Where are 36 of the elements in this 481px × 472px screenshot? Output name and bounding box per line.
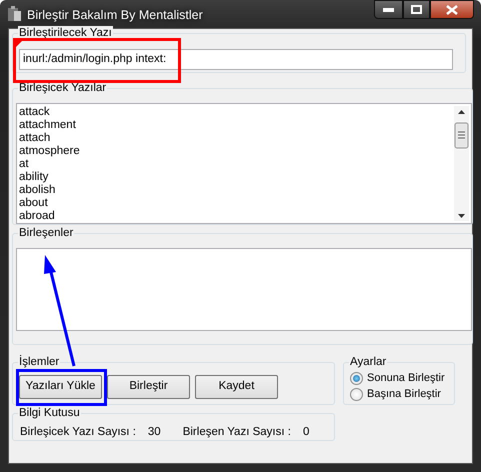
radio-button[interactable] bbox=[350, 372, 363, 384]
stat-label: Birleşen Yazı Sayısı : bbox=[182, 425, 291, 439]
list-item[interactable]: abroad bbox=[19, 210, 454, 223]
word-list[interactable]: attack attachment attach atmosphere at ability abolish about abroad bbox=[16, 103, 472, 224]
stat-value: 30 bbox=[148, 425, 161, 439]
list-item[interactable]: about bbox=[19, 197, 454, 210]
list-item[interactable]: attack bbox=[19, 106, 454, 119]
list-item[interactable]: abolish bbox=[19, 184, 454, 197]
radio-label[interactable]: Sonuna Birleştir bbox=[367, 371, 445, 385]
action-button[interactable]: Yazıları Yükle bbox=[19, 375, 102, 399]
stat-value: 0 bbox=[302, 425, 310, 439]
maximize-button[interactable] bbox=[403, 0, 430, 19]
text-field[interactable]: inurl:/admin/login.php intext: bbox=[19, 49, 453, 70]
maximize-icon bbox=[411, 5, 422, 14]
scrollbar[interactable] bbox=[454, 106, 469, 221]
action-button[interactable]: Kaydet bbox=[195, 375, 278, 399]
action-button[interactable]: Birleştir bbox=[107, 375, 190, 399]
close-icon bbox=[446, 4, 458, 14]
radio-button[interactable] bbox=[350, 388, 363, 400]
close-button[interactable] bbox=[430, 0, 474, 19]
group-label: İşlemler bbox=[18, 355, 60, 369]
group-label: Birleşenler bbox=[18, 226, 74, 240]
annotation-marker bbox=[15, 38, 25, 48]
clipboard-icon bbox=[8, 6, 21, 21]
list-item[interactable]: attach bbox=[19, 132, 454, 145]
list-item[interactable]: at bbox=[19, 158, 454, 171]
group-label: Ayarlar bbox=[349, 355, 388, 369]
minimize-button[interactable] bbox=[374, 0, 403, 19]
stat-label: Birleşicek Yazı Sayısı : bbox=[20, 425, 136, 439]
minimize-icon bbox=[383, 8, 394, 12]
window-title: Birleştir Bakalım By Mentalistler bbox=[27, 7, 203, 24]
radio-label[interactable]: Başına Birleştir bbox=[367, 387, 441, 401]
group-label: Bilgi Kutusu bbox=[18, 406, 81, 420]
list-item[interactable]: atmosphere bbox=[19, 145, 454, 158]
list-item[interactable]: attachment bbox=[19, 119, 454, 132]
list-item[interactable]: ability bbox=[19, 171, 454, 184]
